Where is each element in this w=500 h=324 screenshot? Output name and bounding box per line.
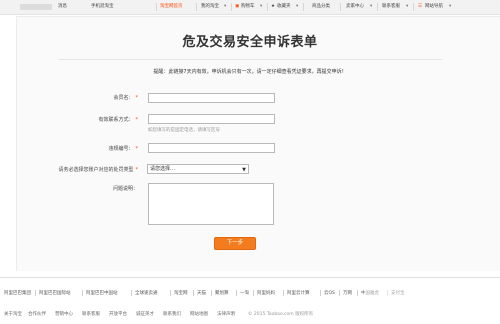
footer-link[interactable]: 营销中心	[55, 311, 73, 317]
footer-link[interactable]: 开放平台	[109, 311, 127, 317]
issue-label: 问题说明：	[112, 186, 138, 192]
username-link[interactable]	[20, 4, 52, 10]
nav-divider	[377, 3, 378, 11]
footer-link[interactable]: 天猫	[197, 290, 206, 296]
penalty-type-label-text: 请务必选择您账户对应的处罚类型	[58, 167, 134, 173]
required-mark: *	[135, 146, 139, 152]
footer-link[interactable]: 阿里巴巴国际站	[39, 290, 71, 296]
penalty-type-selected: 请您选择…	[150, 166, 176, 172]
dropdown-arrow-icon: ▼	[242, 167, 246, 173]
contact-hint: 如您填写的是固定电话，请填写区号	[148, 128, 220, 133]
mobile-taobao-link[interactable]: 手机逛淘宝	[91, 4, 114, 10]
footer-link[interactable]: 网站地图	[190, 311, 208, 317]
member-name-label-text: 会员名：	[113, 95, 134, 101]
footer-divider	[35, 290, 36, 296]
chevron-down-icon: ▾	[449, 4, 452, 9]
chevron-down-icon: ▾	[406, 4, 409, 9]
footer-link[interactable]: 合作伙伴	[28, 311, 46, 317]
nav-divider	[231, 3, 232, 11]
footer-divider	[339, 290, 340, 296]
footer-link[interactable]: 一淘	[240, 290, 249, 296]
footer-link[interactable]: 万网	[343, 290, 352, 296]
messages-link[interactable]: 消息	[58, 4, 67, 10]
copyright-text: © 2015 Taobao.com 版权所有	[248, 312, 314, 317]
footer-link[interactable]: 阿里妈妈	[257, 290, 275, 296]
footer-divider	[283, 290, 284, 296]
footer-link[interactable]: 云OS	[324, 290, 335, 296]
my-taobao-menu[interactable]: 我的淘宝	[201, 4, 219, 10]
footer-divider	[211, 290, 212, 296]
title-divider	[58, 59, 442, 60]
favorites-link[interactable]: 收藏夹	[277, 4, 291, 10]
violation-number-label: 违规编号： *	[18, 145, 138, 152]
footer-link[interactable]: 诚征英才	[136, 311, 154, 317]
member-name-input[interactable]	[148, 93, 275, 103]
required-mark: *	[135, 95, 139, 101]
nav-divider	[267, 3, 268, 11]
contact-input[interactable]	[148, 114, 275, 124]
footer-link[interactable]: 联系客服	[82, 311, 100, 317]
penalty-type-select[interactable]: 请您选择… ▼	[147, 164, 249, 174]
watermark-logo	[364, 288, 436, 312]
footer-divider	[320, 290, 321, 296]
footer-divider	[253, 290, 254, 296]
footer-link[interactable]: 阿里云计算	[287, 290, 310, 296]
next-step-button[interactable]: 下一步	[214, 237, 256, 250]
contact-label-text: 有效联系方式：	[98, 117, 134, 123]
nav-divider	[413, 3, 414, 11]
menu-icon: ☰	[418, 4, 423, 9]
penalty-type-label: 请务必选择您账户对应的处罚类型 *	[18, 166, 138, 173]
footer-link[interactable]: 阿里巴巴中国站	[86, 290, 118, 296]
nav-divider	[340, 3, 341, 11]
cart-icon: ▣	[235, 4, 240, 9]
nav-divider	[303, 3, 304, 11]
violation-number-input[interactable]	[148, 143, 275, 153]
page-title: 危及交易安全申诉表单	[182, 35, 318, 50]
nav-divider	[156, 3, 157, 11]
customer-service-menu[interactable]: 联系客服	[382, 4, 400, 10]
footer-divider	[0, 277, 500, 278]
nav-divider	[196, 3, 197, 11]
footer-divider	[82, 290, 83, 296]
footer-link[interactable]: 聚划算	[215, 290, 229, 296]
footer-divider	[357, 290, 358, 296]
chevron-down-icon: ▾	[370, 4, 373, 9]
footer-divider	[131, 290, 132, 296]
footer-divider	[236, 290, 237, 296]
site-nav-menu[interactable]: 网站导航	[425, 4, 443, 10]
violation-number-label-text: 违规编号：	[108, 146, 134, 152]
contact-label: 有效联系方式： *	[18, 116, 138, 123]
categories-link[interactable]: 商品分类	[312, 4, 330, 10]
footer-link[interactable]: 阿里巴巴集团	[4, 290, 31, 296]
footer-link[interactable]: 淘宝网	[174, 290, 188, 296]
footer-divider	[170, 290, 171, 296]
required-mark: *	[135, 117, 139, 123]
chevron-down-icon: ▾	[296, 4, 299, 9]
notice-text: 提醒：此链接7天内有效，申诉机会只有一次，请一定仔细查看凭证要求，再提交申诉！	[153, 69, 347, 75]
footer-divider	[193, 290, 194, 296]
member-name-label: 会员名： *	[18, 94, 138, 101]
seller-center-menu[interactable]: 卖家中心	[346, 4, 364, 10]
cart-link[interactable]: 购物车	[241, 4, 255, 10]
chevron-down-icon: ▾	[224, 4, 227, 9]
star-icon: ★	[271, 4, 276, 9]
footer-link[interactable]: 法律声明	[217, 311, 235, 317]
issue-description-textarea[interactable]	[148, 183, 274, 225]
footer-link[interactable]: 联系我们	[163, 311, 181, 317]
footer-link[interactable]: 关于淘宝	[4, 311, 22, 317]
chevron-down-icon: ▾	[260, 4, 263, 9]
footer-link[interactable]: 全球速卖通	[135, 290, 158, 296]
required-mark: *	[135, 167, 139, 173]
top-nav-bar: 消息 手机逛淘宝 淘宝网首页 我的淘宝 ▾ ▣ 购物车 ▾ ★ 收藏夹 ▾ 商品…	[0, 0, 500, 15]
taobao-home-link[interactable]: 淘宝网首页	[160, 4, 183, 10]
